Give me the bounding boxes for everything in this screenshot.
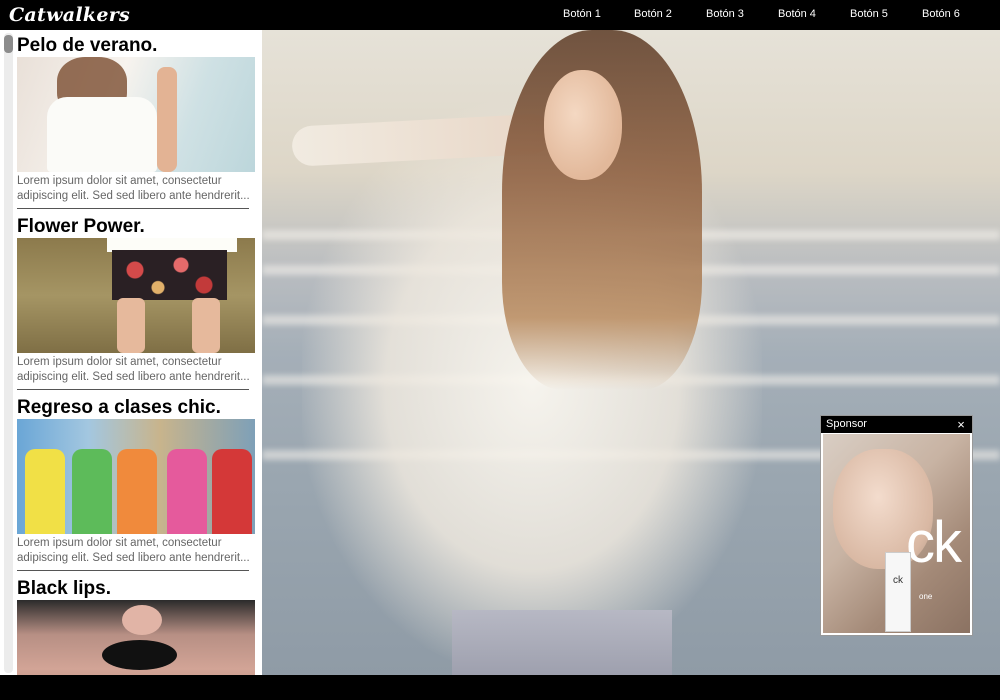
nav-button-1[interactable]: Botón 1 <box>563 7 601 21</box>
article-excerpt: Lorem ipsum dolor sit amet, consectetur … <box>17 537 250 564</box>
sponsor-header: Sponsor × <box>821 416 972 433</box>
nav-button-4[interactable]: Botón 4 <box>778 7 816 21</box>
nav-button-5[interactable]: Botón 5 <box>850 7 888 21</box>
nav-button-2[interactable]: Botón 2 <box>634 7 672 21</box>
divider <box>17 389 249 390</box>
ad-product-name: one <box>919 592 933 601</box>
bottom-bar <box>0 675 1000 700</box>
scrollbar-thumb[interactable] <box>4 35 13 53</box>
nav-button-6[interactable]: Botón 6 <box>922 7 960 21</box>
article-thumbnail[interactable] <box>17 57 255 172</box>
bottle-label: ck <box>893 575 903 586</box>
ad-product-bottle: ck <box>885 552 911 632</box>
nav-button-3[interactable]: Botón 3 <box>706 7 744 21</box>
top-bar: Catwalkers Botón 1 Botón 2 Botón 3 Botón… <box>0 0 1000 30</box>
article-title[interactable]: Regreso a clases chic. <box>17 397 255 419</box>
article-title[interactable]: Black lips. <box>17 578 255 600</box>
article-excerpt: Lorem ipsum dolor sit amet, consectetur … <box>17 356 250 383</box>
sponsor-popup: Sponsor × ck ck one <box>820 415 973 636</box>
article-title[interactable]: Flower Power. <box>17 216 255 238</box>
article-card[interactable]: Regreso a clases chic. Lorem ipsum dolor… <box>17 397 255 571</box>
sponsor-label: Sponsor <box>826 418 867 430</box>
close-icon[interactable]: × <box>954 416 968 433</box>
divider <box>17 570 249 571</box>
article-thumbnail[interactable] <box>17 238 255 353</box>
ad-brand-logo: ck <box>906 510 962 575</box>
article-thumbnail[interactable] <box>17 419 255 534</box>
article-thumbnail[interactable] <box>17 600 255 675</box>
article-card[interactable]: Pelo de verano. Lorem ipsum dolor sit am… <box>17 35 255 209</box>
article-card[interactable]: Black lips. <box>17 578 255 675</box>
article-excerpt: Lorem ipsum dolor sit amet, consectetur … <box>17 175 250 202</box>
sponsor-ad-image[interactable]: ck ck one <box>823 434 970 633</box>
sidebar-scrollbar[interactable] <box>4 33 13 673</box>
site-logo[interactable]: Catwalkers <box>9 4 130 26</box>
article-card[interactable]: Flower Power. Lorem ipsum dolor sit amet… <box>17 216 255 390</box>
article-sidebar[interactable]: Pelo de verano. Lorem ipsum dolor sit am… <box>0 30 262 675</box>
article-title[interactable]: Pelo de verano. <box>17 35 255 57</box>
divider <box>17 208 249 209</box>
